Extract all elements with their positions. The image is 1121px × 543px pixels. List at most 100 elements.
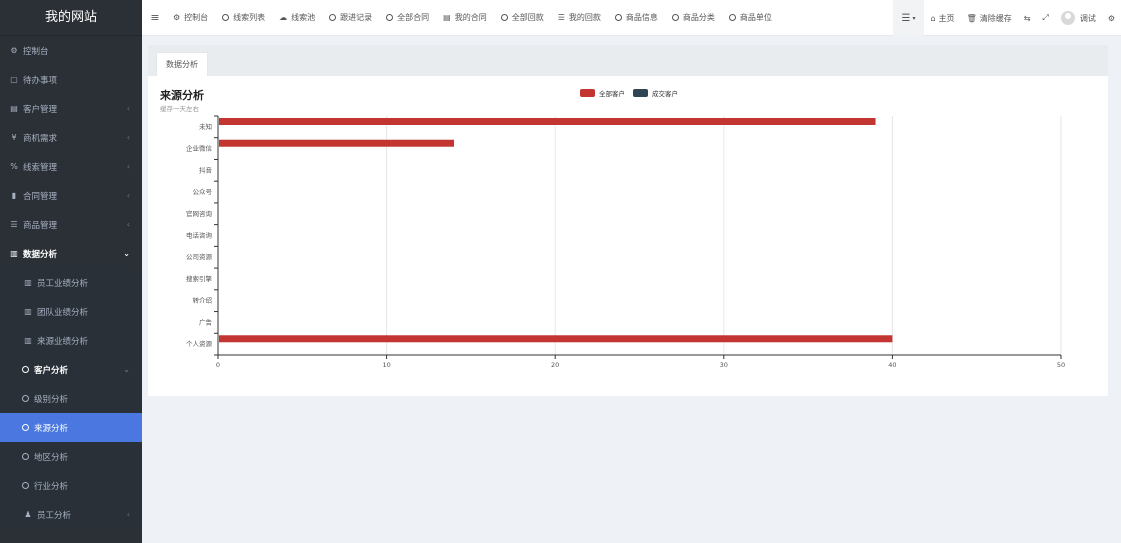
y-tick-label: 转介绍 — [193, 296, 213, 305]
sidebar-item-9[interactable]: ▥ 团队业绩分析 — [0, 297, 142, 326]
dashboard-icon: ⚙ — [173, 13, 181, 22]
circle-icon — [329, 14, 337, 21]
sidebar-item-label: 地区分析 — [34, 452, 69, 463]
bar-chart-icon: ▥ — [10, 249, 18, 258]
sidebar-item-13[interactable]: 来源分析 — [0, 413, 142, 442]
chevron-down-icon: ⌄ — [123, 365, 130, 374]
id-card-icon: ▤ — [10, 104, 18, 113]
chevron-left-icon: ‹ — [126, 191, 130, 200]
clear-cache-label: 清除缓存 — [979, 13, 1012, 23]
circle-icon — [500, 14, 508, 21]
y-tick-label: 搜索引擎 — [186, 274, 213, 283]
sidebar-item-label: 团队业绩分析 — [37, 307, 89, 318]
circle-icon — [728, 14, 736, 21]
user-icon: ♟ — [24, 510, 32, 519]
tab-label: 商品分类 — [682, 13, 715, 22]
sidebar-item-label: 员工分析 — [37, 510, 72, 521]
tab-data-analysis[interactable]: 数据分析 — [156, 52, 208, 76]
bar-0-0 — [219, 118, 876, 125]
tab-8[interactable]: 商品信息 — [608, 0, 665, 36]
tab-4[interactable]: 全部合同 — [379, 0, 436, 36]
sidebar-item-label: 级别分析 — [34, 394, 69, 405]
home-label: 主页 — [938, 13, 955, 23]
tab-label: 线索列表 — [233, 13, 266, 22]
chevron-left-icon: ‹ — [126, 133, 130, 142]
tab-strip: ⚙ 控制台 线索列表 ☁ 线索池 跟进记录 全部合同 ▤ 我的合同 全部回款 ☰ 我的回款 商品信息 商品… — [166, 0, 779, 36]
yen-icon: ¥ — [11, 133, 17, 142]
translate-button[interactable]: ⇆ — [1018, 0, 1037, 36]
bar-0-1 — [219, 139, 455, 147]
tab-5[interactable]: ▤ 我的合同 — [436, 0, 494, 36]
circle-icon — [222, 14, 230, 21]
clear-cache-button[interactable]: 🗑 清除缓存 — [961, 0, 1018, 36]
sidebar-item-14[interactable]: 地区分析 — [0, 442, 142, 471]
sidebar-item-7[interactable]: ▥ 数据分析 ⌄ — [0, 239, 142, 268]
sidebar-item-5[interactable]: ▮ 合同管理 ‹ — [0, 181, 142, 210]
tab-7[interactable]: ☰ 我的回款 — [551, 0, 608, 36]
tab-label: 线索池 — [291, 13, 316, 22]
sidebar-item-15[interactable]: 行业分析 — [0, 471, 142, 500]
topbar: ≡ ⚙ 控制台 线索列表 ☁ 线索池 跟进记录 全部合同 ▤ 我的合同 全部回款 ☰ 我的回款 商品信息… — [142, 0, 1121, 36]
table-icon: ▤ — [443, 13, 451, 22]
sidebar-item-8[interactable]: ▥ 员工业绩分析 — [0, 268, 142, 297]
fullscreen-button[interactable]: ⤢ — [1036, 0, 1054, 36]
sidebar-item-6[interactable]: ☰ 商品管理 ‹ — [0, 210, 142, 239]
fullscreen-icon: ⤢ — [1042, 13, 1049, 22]
y-tick-label: 电话咨询 — [186, 231, 213, 240]
sidebar-item-label: 数据分析 — [23, 249, 58, 260]
settings-button[interactable]: ⚙ — [1102, 0, 1121, 36]
circle-icon — [22, 453, 29, 460]
chart-panel: 来源分析 缓存一天左右 全部客户 成交客户 0 10 20 30 40 50 未知 企业微信 抖音… — [148, 76, 1108, 396]
circle-icon — [22, 424, 29, 431]
sidebar-item-12[interactable]: 级别分析 — [0, 384, 142, 413]
source-bar-chart: 0 10 20 30 40 50 未知企业微信抖音公众号官网咨询电话咨询公司资源搜索引擎转介… — [186, 115, 1065, 369]
sidebar-item-1[interactable]: ▢ 待办事项 — [0, 65, 142, 94]
y-tick-label: 公司资源 — [186, 252, 213, 261]
sidebar-item-4[interactable]: % 线索管理 ‹ — [0, 152, 142, 181]
sidebar-item-0[interactable]: ⚙ 控制台 — [0, 36, 142, 65]
tab-label: 商品单位 — [739, 13, 772, 22]
sidebar-item-label: 客户管理 — [23, 104, 58, 115]
tab-0[interactable]: ⚙ 控制台 — [166, 0, 215, 36]
sidebar-item-10[interactable]: ▥ 来源业绩分析 — [0, 326, 142, 355]
y-tick-label: 企业微信 — [186, 144, 213, 153]
sidebar-item-11[interactable]: 客户分析 ⌄ — [0, 355, 142, 384]
home-icon: ⌂ — [930, 13, 936, 23]
bar-chart-icon: ▥ — [24, 336, 32, 345]
sidebar-menu: ⚙ 控制台 ▢ 待办事项 ▤ 客户管理 ‹ ¥ 商机需求 ‹% 线索管理 ‹ ▮ 合同管理 ‹ ☰ 商品管理 ‹ ▥… — [0, 36, 142, 529]
more-menu-button[interactable]: ☰ ▾ — [892, 0, 925, 36]
gear-icon: ⚙ — [1107, 13, 1115, 23]
x-tick-label: 20 — [551, 361, 559, 369]
tab-3[interactable]: 跟进记录 — [322, 0, 379, 36]
sidebar-item-label: 控制台 — [23, 46, 49, 57]
tab-10[interactable]: 商品单位 — [722, 0, 779, 36]
x-tick-label: 30 — [720, 361, 728, 369]
calendar-icon: ▢ — [10, 75, 18, 84]
trash-icon: 🗑 — [966, 13, 977, 23]
tab-1[interactable]: 线索列表 — [215, 0, 272, 36]
home-button[interactable]: ⌂ 主页 — [924, 0, 960, 36]
dashboard-icon: ⚙ — [10, 46, 18, 55]
sidebar-item-label: 员工业绩分析 — [37, 278, 89, 289]
sidebar-item-16[interactable]: ♟ 员工分析 ‹ — [0, 500, 142, 529]
sidebar-item-3[interactable]: ¥ 商机需求 ‹ — [0, 123, 142, 152]
link-icon: % — [10, 162, 18, 171]
x-tick-label: 50 — [1057, 361, 1065, 369]
tab-6[interactable]: 全部回款 — [494, 0, 551, 36]
sidebar-item-2[interactable]: ▤ 客户管理 ‹ — [0, 94, 142, 123]
chevron-left-icon: ‹ — [126, 104, 130, 113]
user-menu[interactable]: 调试 — [1055, 0, 1102, 36]
y-tick-label: 未知 — [199, 122, 212, 131]
y-tick-label: 抖音 — [199, 165, 213, 174]
bar-chart-icon: ▥ — [24, 278, 32, 287]
tab-label: 控制台 — [184, 13, 209, 22]
chevron-left-icon: ‹ — [126, 220, 130, 229]
site-logo[interactable]: 我的网站 — [0, 0, 142, 36]
tab-2[interactable]: ☁ 线索池 — [272, 0, 322, 36]
sidebar-item-label: 来源业绩分析 — [37, 336, 89, 347]
sidebar: 我的网站 ⚙ 控制台 ▢ 待办事项 ▤ 客户管理 ‹ ¥ 商机需求 ‹% 线索管理 ‹ ▮ 合同管理 ‹ ☰ 商… — [0, 0, 142, 543]
bookmark-icon: ▮ — [11, 191, 17, 200]
menu-toggle-icon[interactable]: ≡ — [144, 11, 166, 24]
x-tick-label: 0 — [216, 361, 220, 369]
tab-9[interactable]: 商品分类 — [665, 0, 722, 36]
